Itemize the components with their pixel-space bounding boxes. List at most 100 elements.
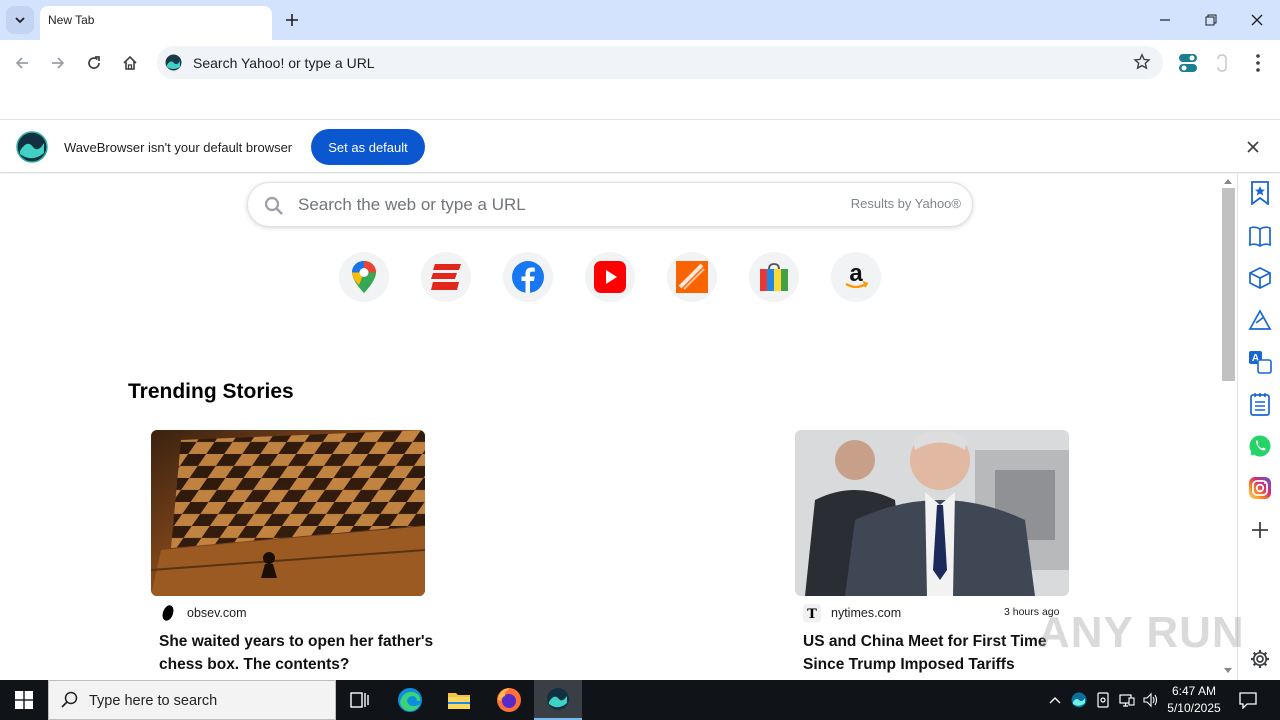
story-image-official[interactable] [795, 430, 1069, 596]
reload-button[interactable] [80, 49, 108, 77]
sidebar-bookmarks-button[interactable] [1247, 180, 1273, 206]
edge-icon [398, 688, 422, 712]
amazon-shortcut[interactable]: a [831, 252, 881, 302]
search-provider-note: Results by Yahoo® [850, 196, 961, 211]
task-view-icon [350, 692, 369, 708]
chevron-down-icon [15, 17, 25, 24]
sidebar-translate-button[interactable]: A [1247, 349, 1273, 375]
new-tab-button[interactable] [280, 8, 304, 32]
arrow-left-icon [15, 57, 28, 69]
wavebrowser-taskbar-app[interactable] [534, 680, 582, 720]
windows-taskbar: Type here to search 6:47 AM 5/10/2025 [0, 680, 1280, 720]
espn-shortcut[interactable] [421, 252, 471, 302]
restore-button[interactable] [1188, 0, 1234, 40]
extension-icon[interactable] [1214, 53, 1230, 73]
wave-logo-icon [547, 688, 569, 710]
taskbar-search-placeholder: Type here to search [89, 693, 218, 709]
story-source: obsev.com [187, 606, 247, 620]
bookmark-star-icon[interactable] [1133, 53, 1151, 71]
bookmark-star-icon [1251, 181, 1269, 205]
notifications-button[interactable] [1234, 680, 1262, 720]
search-icon [264, 196, 283, 215]
plus-icon [1252, 522, 1268, 538]
story-image-chess-box[interactable] [151, 430, 425, 596]
minimize-icon [1160, 19, 1170, 21]
close-infobar-icon[interactable] [1244, 138, 1262, 156]
wavebrowser-logo-icon [16, 131, 48, 163]
search-input[interactable] [298, 193, 818, 217]
nytimes-source-icon: T [803, 604, 821, 622]
menu-dots-icon[interactable] [1253, 53, 1263, 73]
tab-search-button[interactable] [6, 6, 34, 34]
sidebar-instagram-button[interactable] [1247, 475, 1273, 501]
official-walking-image [795, 430, 1069, 596]
gear-icon [1251, 650, 1269, 668]
espn-logo-icon [431, 264, 461, 290]
svg-text:T: T [807, 607, 817, 622]
back-button[interactable] [8, 49, 36, 77]
browser-toolbar: Search Yahoo! or type a URL [0, 40, 1280, 86]
checklist-icon [1250, 393, 1270, 416]
tray-overflow-button[interactable] [1045, 680, 1065, 720]
page-scrollbar[interactable] [1220, 174, 1237, 680]
scrollbar-thumb[interactable] [1222, 188, 1235, 381]
new-tab-page: Results by Yahoo® a Trending Stories [0, 174, 1220, 680]
scroll-up-arrow[interactable] [1224, 179, 1232, 184]
sidebar-package-button[interactable] [1247, 265, 1273, 291]
firefox-taskbar-app[interactable] [485, 680, 533, 720]
right-sidebar: A [1237, 174, 1280, 680]
chess-box-image [151, 430, 425, 596]
sidebar-reading-button[interactable] [1247, 223, 1273, 249]
address-bar[interactable]: Search Yahoo! or type a URL [157, 46, 1163, 79]
forward-button[interactable] [44, 49, 72, 77]
book-icon [1249, 226, 1271, 247]
scroll-down-arrow[interactable] [1224, 668, 1232, 673]
edge-taskbar-app[interactable] [386, 680, 434, 720]
sidebar-add-button[interactable] [1247, 517, 1273, 543]
google-maps-shortcut[interactable] [339, 252, 389, 302]
translate-icon: A [1249, 351, 1272, 374]
home-depot-shortcut[interactable] [667, 252, 717, 302]
sidebar-settings-button[interactable] [1247, 646, 1273, 672]
web-search-box[interactable]: Results by Yahoo® [247, 182, 973, 227]
story-headline[interactable]: She waited years to open her father's ch… [159, 630, 439, 676]
shopping-shortcut[interactable] [749, 252, 799, 302]
taskbar-clock[interactable]: 6:47 AM 5/10/2025 [1160, 683, 1228, 717]
tray-wave-icon[interactable] [1069, 680, 1089, 720]
restore-icon [1205, 14, 1217, 26]
bookmarks-bar [0, 86, 1280, 120]
tab-new-tab[interactable]: New Tab [40, 6, 272, 40]
facebook-shortcut[interactable] [503, 252, 553, 302]
tab-title: New Tab [48, 13, 95, 27]
sidebar-travel-button[interactable] [1247, 307, 1273, 333]
tray-device-icon[interactable] [1093, 680, 1113, 720]
tray-volume-icon[interactable] [1141, 680, 1161, 720]
sidebar-notes-button[interactable] [1247, 391, 1273, 417]
chevron-up-icon [1049, 697, 1061, 704]
home-button[interactable] [116, 49, 144, 77]
svg-text:a: a [849, 262, 863, 287]
obsev-source-icon [162, 605, 174, 621]
reload-icon [88, 56, 100, 69]
start-button[interactable] [0, 680, 48, 720]
folder-icon [448, 693, 470, 709]
volume-icon [1143, 692, 1158, 708]
clock-date: 5/10/2025 [1167, 701, 1221, 715]
close-window-button[interactable] [1234, 0, 1280, 40]
sidebar-whatsapp-button[interactable] [1247, 433, 1273, 459]
taskbar-search-box[interactable]: Type here to search [48, 680, 336, 720]
tab-strip: New Tab [0, 0, 1280, 40]
package-icon [1249, 267, 1271, 289]
firefox-icon [497, 688, 521, 712]
file-explorer-taskbar-app[interactable] [435, 680, 483, 720]
amazon-icon: a [845, 262, 869, 289]
youtube-shortcut[interactable] [585, 252, 635, 302]
task-view-button[interactable] [336, 680, 384, 720]
minimize-button[interactable] [1142, 0, 1188, 40]
notification-icon [1239, 692, 1257, 709]
shortcut-tiles: a [339, 252, 899, 304]
extension-toggle-icon[interactable] [1179, 53, 1197, 73]
set-as-default-button[interactable]: Set as default [311, 129, 425, 165]
tray-network-icon[interactable] [1117, 680, 1137, 720]
search-icon [61, 691, 78, 708]
